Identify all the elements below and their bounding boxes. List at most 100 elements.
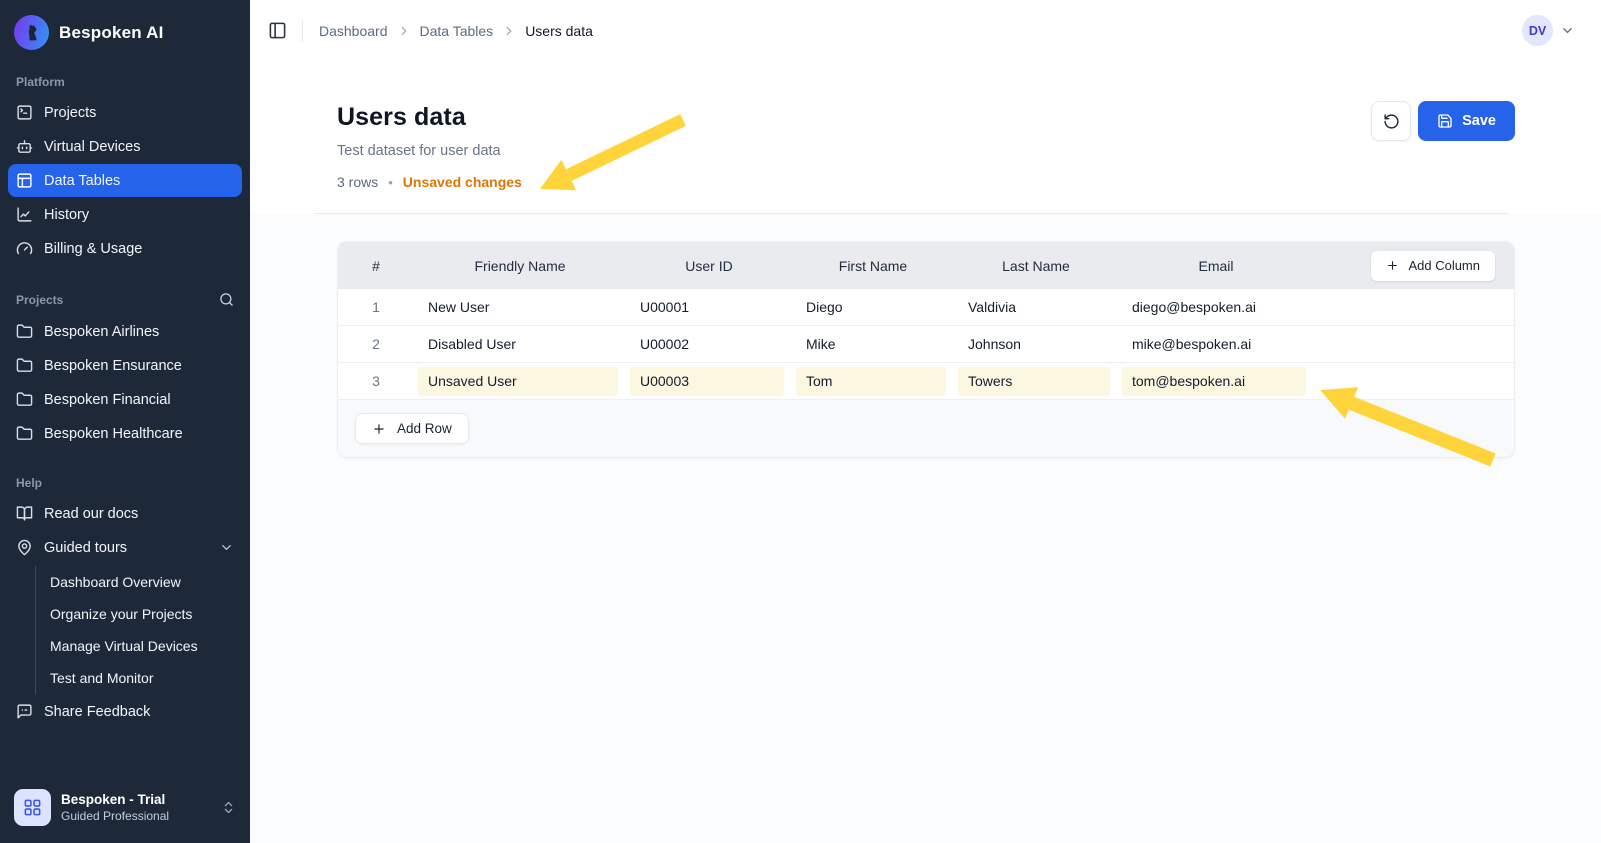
brand-name: Bespoken AI (59, 23, 164, 43)
bot-icon (16, 138, 33, 155)
add-row-button[interactable]: Add Row (355, 413, 469, 444)
chevron-right-icon (502, 24, 516, 38)
tour-item-manage-virtual-devices[interactable]: Manage Virtual Devices (36, 630, 242, 662)
cell-first-name[interactable]: Mike (796, 330, 946, 359)
page-content: Users data Test dataset for user data 3 … (250, 61, 1601, 843)
brand[interactable]: Bespoken AI (0, 0, 250, 60)
sidebar-item-guided-tours[interactable]: Guided tours (8, 531, 242, 564)
org-plan: Guided Professional (61, 809, 169, 823)
column-header-last-name[interactable]: Last Name (954, 242, 1118, 289)
cell-user-id[interactable]: U00003 (630, 367, 784, 396)
sidebar-item-bespoken-ensurance[interactable]: Bespoken Ensurance (8, 349, 242, 382)
table-row: 3 Unsaved User U00003 Tom Towers tom@bes… (338, 363, 1514, 400)
sidebar-item-virtual-devices[interactable]: Virtual Devices (8, 130, 242, 163)
tour-item-test-and-monitor[interactable]: Test and Monitor (36, 662, 242, 694)
sidebar-item-read-our-docs[interactable]: Read our docs (8, 497, 242, 530)
cell-user-id[interactable]: U00001 (630, 293, 784, 322)
breadcrumb-dashboard[interactable]: Dashboard (319, 23, 388, 39)
gauge-icon (16, 240, 33, 257)
breadcrumb-users-data: Users data (525, 23, 593, 39)
org-grid-icon (14, 789, 51, 826)
cell-friendly-name[interactable]: Disabled User (418, 330, 618, 359)
search-icon (219, 292, 234, 307)
sidebar-toggle-button[interactable] (268, 21, 287, 40)
guided-tours-submenu: Dashboard Overview Organize your Project… (35, 566, 242, 694)
page-subtitle: Test dataset for user data (337, 143, 1601, 159)
folder-icon (16, 425, 33, 442)
topbar: Dashboard Data Tables Users data DV (250, 0, 1601, 61)
sidebar-item-bespoken-airlines[interactable]: Bespoken Airlines (8, 315, 242, 348)
breadcrumb-data-tables[interactable]: Data Tables (420, 23, 494, 39)
table-header-row: # Friendly Name User ID First Name Last … (338, 242, 1514, 289)
cell-first-name[interactable]: Tom (796, 367, 946, 396)
column-header-user-id[interactable]: User ID (626, 242, 792, 289)
avatar[interactable]: DV (1522, 15, 1553, 46)
table-row: 2 Disabled User U00002 Mike Johnson mike… (338, 326, 1514, 363)
sidebar-item-bespoken-healthcare[interactable]: Bespoken Healthcare (8, 417, 242, 450)
terminal-square-icon (16, 104, 33, 121)
cell-first-name[interactable]: Diego (796, 293, 946, 322)
panel-left-icon (268, 21, 287, 40)
org-switcher[interactable]: Bespoken - Trial Guided Professional (0, 777, 250, 843)
filler-cell (1314, 363, 1514, 399)
plus-icon (1386, 259, 1399, 272)
sidebar-item-share-feedback[interactable]: Share Feedback (8, 695, 242, 728)
unsaved-changes-badge: Unsaved changes (403, 174, 522, 190)
chevrons-up-down-icon (221, 800, 236, 815)
cell-friendly-name[interactable]: New User (418, 293, 618, 322)
column-header-first-name[interactable]: First Name (792, 242, 954, 289)
bespoken-logo-icon (14, 15, 49, 50)
topbar-divider (302, 20, 303, 42)
save-icon (1437, 113, 1453, 129)
sidebar-item-billing-usage[interactable]: Billing & Usage (8, 232, 242, 265)
chevron-down-icon (219, 540, 234, 555)
section-label-platform: Platform (0, 75, 250, 89)
help-nav: Read our docs Guided tours Dashboard Ove… (0, 497, 250, 728)
filler-cell (1314, 326, 1514, 362)
message-square-icon (16, 703, 33, 720)
cell-email[interactable]: diego@bespoken.ai (1122, 293, 1306, 322)
rotate-ccw-icon (1383, 113, 1400, 130)
row-count: 3 rows (337, 174, 378, 190)
cell-last-name[interactable]: Johnson (958, 330, 1110, 359)
cell-last-name[interactable]: Valdivia (958, 293, 1110, 322)
cell-email[interactable]: mike@bespoken.ai (1122, 330, 1306, 359)
row-number: 3 (338, 363, 414, 399)
page-meta: 3 rows • Unsaved changes (337, 174, 1601, 190)
breadcrumb: Dashboard Data Tables Users data (319, 23, 593, 39)
tour-item-organize-your-projects[interactable]: Organize your Projects (36, 598, 242, 630)
chevron-down-icon[interactable] (1560, 23, 1575, 38)
map-pin-icon (16, 539, 33, 556)
filler-cell (1314, 289, 1514, 325)
tour-item-dashboard-overview[interactable]: Dashboard Overview (36, 566, 242, 598)
org-name: Bespoken - Trial (61, 792, 169, 807)
cell-user-id[interactable]: U00002 (630, 330, 784, 359)
column-header-email[interactable]: Email (1118, 242, 1314, 289)
table-icon (16, 172, 33, 189)
table-row: 1 New User U00001 Diego Valdivia diego@b… (338, 289, 1514, 326)
sidebar-item-projects[interactable]: Projects (8, 96, 242, 129)
table-footer: Add Row (338, 400, 1514, 457)
section-label-help: Help (0, 476, 250, 490)
plus-icon (372, 422, 386, 436)
column-header-friendly-name[interactable]: Friendly Name (414, 242, 626, 289)
cell-last-name[interactable]: Towers (958, 367, 1110, 396)
undo-button[interactable] (1371, 101, 1411, 141)
main-area: Dashboard Data Tables Users data DV User… (250, 0, 1601, 843)
save-button[interactable]: Save (1418, 101, 1515, 141)
row-number: 1 (338, 289, 414, 325)
page-actions: Save (1371, 101, 1515, 141)
sidebar-item-history[interactable]: History (8, 198, 242, 231)
cell-email[interactable]: tom@bespoken.ai (1122, 367, 1306, 396)
add-column-button[interactable]: Add Column (1371, 251, 1495, 281)
project-search-button[interactable] (219, 292, 234, 307)
column-header-index: # (338, 242, 414, 289)
sidebar-item-bespoken-financial[interactable]: Bespoken Financial (8, 383, 242, 416)
chart-line-icon (16, 206, 33, 223)
chevron-right-icon (397, 24, 411, 38)
sidebar: Bespoken AI Platform Projects Virtual De… (0, 0, 250, 843)
header-extra-cell: Add Column (1314, 242, 1514, 289)
cell-friendly-name[interactable]: Unsaved User (418, 367, 618, 396)
sidebar-item-data-tables[interactable]: Data Tables (8, 164, 242, 197)
folder-icon (16, 357, 33, 374)
